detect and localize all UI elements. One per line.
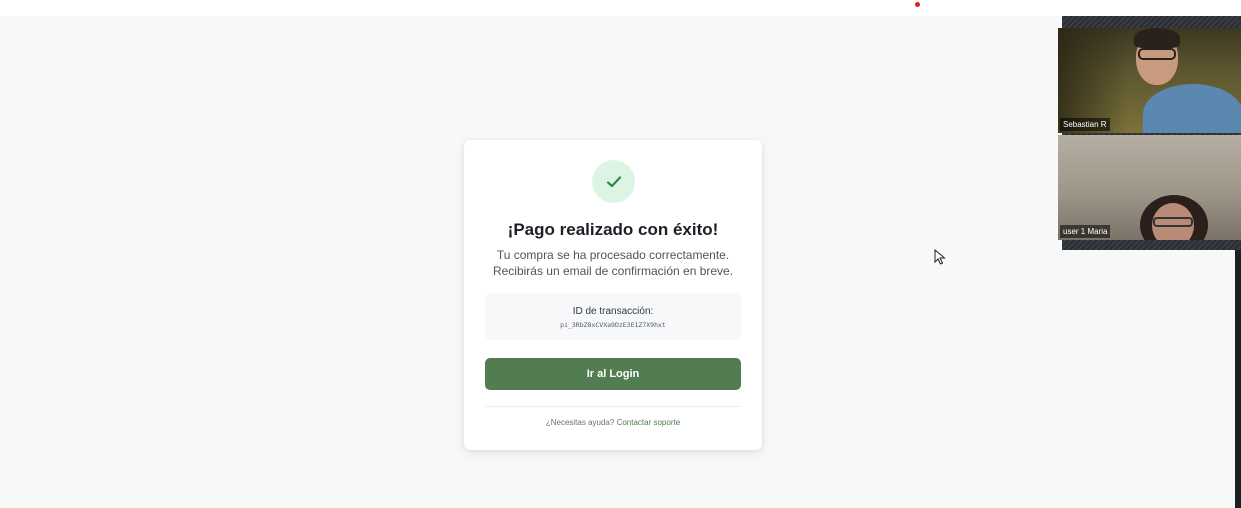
participant-glasses: [1138, 48, 1176, 60]
check-icon: [606, 175, 621, 187]
transaction-id-value: pi_3RbZ8xCVXa9DzE3E1Z7X9hxt: [560, 321, 666, 329]
go-to-login-button[interactable]: Ir al Login: [485, 358, 741, 390]
participant-name-tag: Sebastian R: [1060, 118, 1110, 131]
success-message-line-2: Recibirás un email de confirmación en br…: [492, 264, 734, 278]
video-tile-participant-1[interactable]: Sebastian R: [1058, 28, 1241, 133]
participant-name-tag: user 1 Maria: [1060, 225, 1111, 238]
transaction-info-box: ID de transacción: pi_3RbZ8xCVXa9DzE3E1Z…: [485, 293, 741, 340]
participant-body: [1143, 84, 1241, 133]
success-badge: [592, 160, 635, 203]
participant-hair: [1134, 28, 1180, 48]
video-tile-participant-2[interactable]: user 1 Maria: [1058, 135, 1241, 240]
help-text: ¿Necesitas ayuda?: [545, 418, 615, 427]
help-footer: ¿Necesitas ayuda? Contactar soporte: [464, 418, 762, 427]
payment-success-card: ¡Pago realizado con éxito! Tu compra se …: [464, 140, 762, 450]
contact-support-link[interactable]: Contactar soporte: [617, 418, 681, 427]
mouse-cursor-icon: [934, 249, 946, 265]
recording-indicator-icon: [915, 2, 920, 7]
success-message: Tu compra se ha procesado correctamente.…: [464, 247, 762, 279]
window-edge: [1235, 250, 1241, 508]
top-bar: [0, 0, 1241, 16]
transaction-id-label: ID de transacción:: [572, 306, 654, 317]
success-message-line-1: Tu compra se ha procesado correctamente.: [496, 248, 730, 262]
page-title: ¡Pago realizado con éxito!: [507, 220, 719, 239]
divider: [485, 406, 741, 407]
participant-glasses: [1153, 217, 1193, 227]
